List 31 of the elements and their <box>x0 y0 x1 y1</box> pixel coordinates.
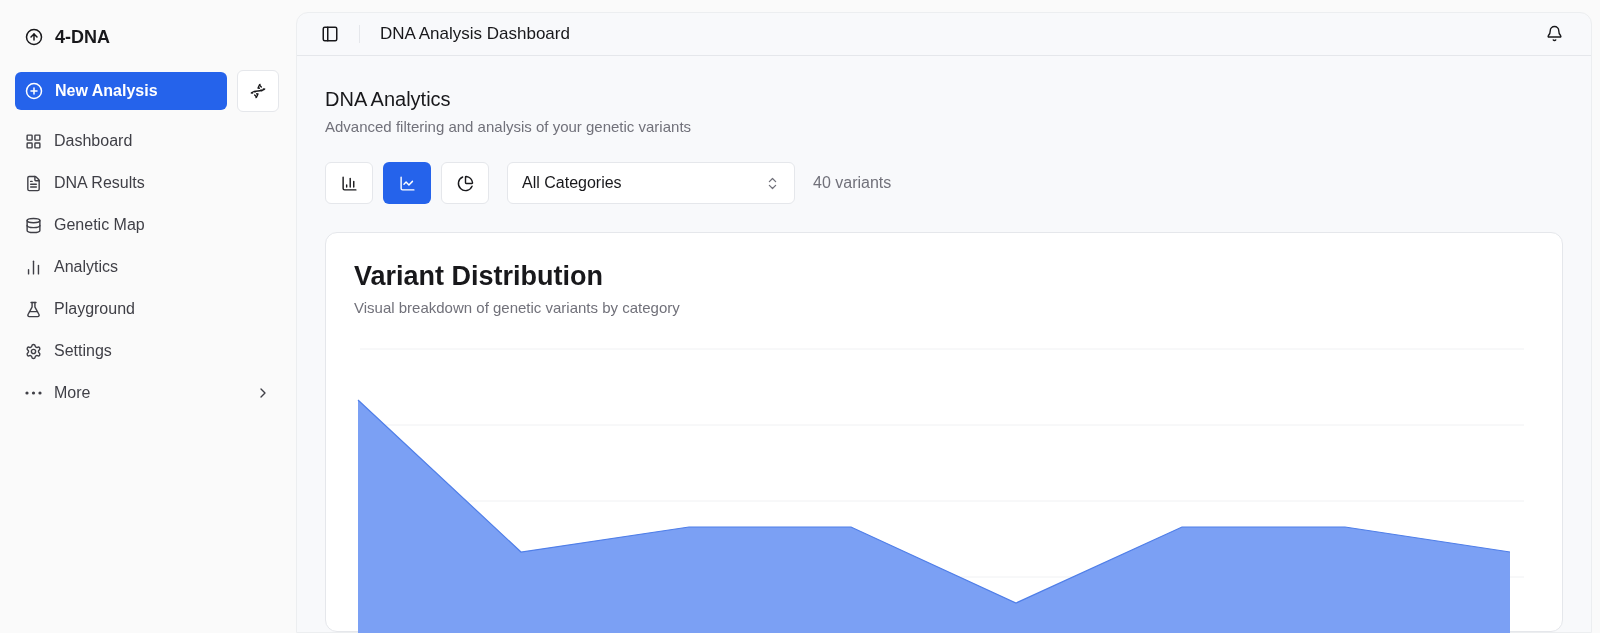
sidebar-item[interactable]: Genetic Map <box>15 204 281 246</box>
page-title: DNA Analytics <box>325 86 452 112</box>
sidebar-item[interactable]: Dashboard <box>15 120 281 162</box>
category-select[interactable]: All Categories <box>507 162 795 204</box>
dna-button[interactable] <box>237 70 279 112</box>
brand-name: 4-DNA <box>55 25 110 49</box>
sidebar-item[interactable]: Settings <box>15 330 281 372</box>
line-chart-button[interactable] <box>383 162 431 204</box>
bar-chart-icon <box>340 174 358 192</box>
card-subtitle: Visual breakdown of genetic variants by category <box>354 298 681 318</box>
dna-icon <box>250 83 266 99</box>
header-title: DNA Analysis Dashboard <box>380 23 571 45</box>
analytics-icon <box>25 258 42 276</box>
sidebar-item[interactable]: Playground <box>15 288 281 330</box>
plus-icon <box>25 82 43 100</box>
pie-chart-icon <box>456 174 474 192</box>
variant-count: 40 variants <box>813 173 892 193</box>
new-analysis-button[interactable]: New Analysis <box>15 72 227 110</box>
card-title: Variant Distribution <box>354 260 605 293</box>
settings-icon <box>25 342 42 360</box>
line-chart-icon <box>398 174 416 192</box>
more-icon <box>25 391 42 395</box>
bar-chart-button[interactable] <box>325 162 373 204</box>
sidebar-item[interactable]: Analytics <box>15 246 281 288</box>
sidebar-item[interactable]: More <box>15 372 281 414</box>
pie-chart-button[interactable] <box>441 162 489 204</box>
sidebar-toggle-icon[interactable] <box>321 24 339 43</box>
page-subtitle: Advanced filtering and analysis of your genetic variants <box>325 116 693 137</box>
notifications-icon[interactable] <box>1546 25 1563 43</box>
sidebar-item[interactable]: DNA Results <box>15 162 281 204</box>
logo-icon <box>25 28 43 46</box>
